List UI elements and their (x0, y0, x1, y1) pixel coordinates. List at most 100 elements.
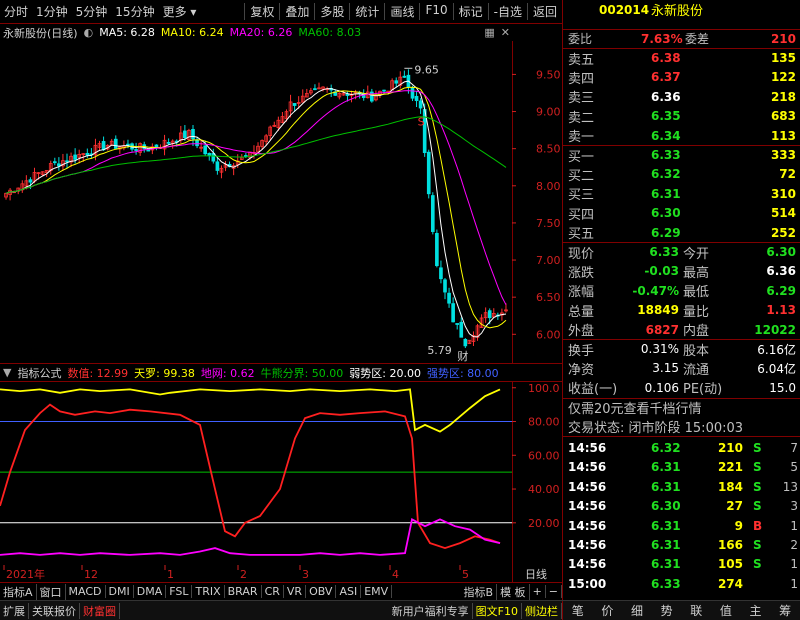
tab-9[interactable]: VR (284, 585, 307, 598)
quote-label: 内盘 (683, 324, 710, 340)
panel-tab-6[interactable]: 主 (750, 602, 762, 619)
status-left-0[interactable]: 扩展 (0, 602, 29, 619)
tab-2[interactable]: MACD (66, 585, 106, 598)
panel-tab-2[interactable]: 细 (631, 602, 643, 619)
status-right-0[interactable]: 图文F10 (473, 602, 522, 619)
status-left-1[interactable]: 关联报价 (29, 602, 80, 619)
kline-chart[interactable]: 9.50 9.00 8.50 8.00 7.50 7.00 6.50 6.00 9.65 5.79… (0, 41, 562, 364)
toolbar-right-3[interactable]: 统计 (349, 3, 384, 20)
toolbar-2[interactable]: 5分钟 (72, 3, 112, 20)
indicator-header: ▼ 指标公式 数值: 12.99 天罗: 99.38 地网: 0.62 牛熊分界… (0, 364, 562, 381)
tab-10[interactable]: OBV (306, 585, 337, 598)
xtick-label: 1 (167, 568, 174, 581)
tab-7[interactable]: BRAR (225, 585, 262, 598)
bid-row: 买一 6.33 333 (563, 145, 800, 165)
tab-16[interactable]: − (546, 585, 562, 598)
bid-row: 买五 6.29 252 (563, 223, 800, 243)
toolbar-1[interactable]: 1分钟 (32, 3, 72, 20)
tick-side: S (753, 538, 762, 553)
quote-value: 12022 (754, 322, 796, 337)
panel-tab-4[interactable]: 联 (690, 602, 702, 619)
tick-row: 14:56 6.31 166 S 2 (563, 535, 800, 554)
tick-time: 14:56 (568, 441, 607, 456)
settings-icon[interactable]: ◐ (84, 26, 94, 39)
toolbar-3[interactable]: 15分钟 (111, 3, 158, 20)
tab-4[interactable]: DMA (134, 585, 167, 598)
stats-value: 15.0 (769, 380, 796, 395)
quote-label: 涨幅 (568, 285, 595, 301)
ind-ytick-label: 100.0 (528, 382, 560, 395)
toolbar-right-1[interactable]: 叠加 (279, 3, 314, 20)
bid-row: 买四 6.30 514 (563, 204, 800, 223)
chevron-down-icon[interactable]: ▼ (3, 366, 11, 379)
status-left-2[interactable]: 财富圈 (80, 602, 120, 619)
tab-12[interactable]: EMV (361, 585, 393, 598)
toolbar-right-7[interactable]: -自选 (487, 3, 527, 20)
candle-body (463, 338, 468, 347)
tick-volume: 105 (717, 557, 743, 572)
tick-count: 2 (790, 538, 798, 553)
ask-volume: 683 (770, 109, 796, 124)
panel-tab-7[interactable]: 筹 (779, 602, 791, 619)
promo-link[interactable]: 新用户福利专享 (389, 602, 473, 619)
toolbar-right-5[interactable]: F10 (419, 3, 452, 20)
candle-body (459, 321, 464, 338)
quote-row: 涨幅 -0.47% 最低 6.29 (563, 281, 800, 301)
xtick-label: 3 (302, 568, 309, 581)
diwang-label: 地网: 0.62 (200, 366, 255, 380)
tick-volume: 274 (717, 576, 743, 591)
tab-1[interactable]: 窗口 (37, 583, 66, 600)
candle-body (73, 154, 77, 160)
tab-6[interactable]: TRIX (192, 585, 225, 598)
toolbar-right-2[interactable]: 多股 (314, 3, 349, 20)
quote-value: 18849 (637, 303, 679, 318)
candle-body (154, 144, 159, 148)
tab-0[interactable]: 指标A (0, 583, 37, 600)
tick-price: 6.31 (651, 518, 681, 533)
candle-body (113, 138, 118, 149)
bid-label: 买一 (568, 149, 595, 165)
toolbar-right-0[interactable]: 复权 (244, 3, 279, 20)
ask-row: 卖五 6.38 135 (563, 48, 800, 68)
toolbar-4[interactable]: 更多 ▾ (159, 3, 201, 20)
candle-body (28, 179, 33, 183)
tab-13[interactable]: 指标B (461, 583, 498, 600)
toolbar-right-6[interactable]: 标记 (452, 3, 488, 20)
xtick-label: 12 (84, 568, 98, 581)
candle-body (166, 141, 171, 144)
stats-value: 3.15 (652, 361, 679, 376)
tab-5[interactable]: FSL (166, 585, 193, 598)
stats-label: 流通 (683, 362, 710, 378)
layout-icon[interactable]: ▦ (484, 26, 494, 39)
panel-tab-0[interactable]: 笔 (572, 602, 584, 619)
promo-row[interactable]: 仅需20元查看千档行情 (563, 398, 800, 417)
trade-state: 交易状态: 闭市阶段 15:00:03 (568, 421, 744, 437)
tick-count: 5 (790, 460, 798, 475)
panel-tab-1[interactable]: 价 (601, 602, 613, 619)
indicator-chart[interactable]: 100.0 80.00 60.00 40.00 20.00 (0, 381, 562, 565)
ask-row: 卖四 6.37 122 (563, 68, 800, 87)
quote-label: 现价 (568, 246, 595, 262)
toolbar-0[interactable]: 分时 (0, 3, 32, 20)
toolbar-right-4[interactable]: 画线 (384, 3, 419, 20)
tab-15[interactable]: + (530, 585, 546, 598)
weibi-row: 委比 7.63% 委差 210 (563, 29, 800, 48)
status-right-1[interactable]: 侧边栏 (522, 602, 562, 619)
tab-14[interactable]: 模 板 (497, 583, 530, 600)
tab-11[interactable]: ASI (336, 585, 362, 598)
kline-header: 永新股份(日线) ◐ MA5: 6.28 MA10: 6.24 MA20: 6.… (0, 24, 562, 41)
close-icon[interactable]: ✕ (501, 26, 510, 39)
tick-count: 1 (790, 576, 798, 591)
tab-8[interactable]: CR (262, 585, 284, 598)
panel-tab-3[interactable]: 势 (661, 602, 673, 619)
tick-price: 6.31 (651, 538, 681, 553)
tick-side: S (753, 557, 762, 572)
tab-3[interactable]: DMI (106, 585, 134, 598)
candle-body (430, 195, 435, 232)
ask-volume: 122 (770, 70, 796, 85)
level2-promo: 仅需20元查看千档行情 (568, 401, 702, 417)
panel-tab-5[interactable]: 值 (720, 602, 732, 619)
toolbar-right-8[interactable]: 返回 (526, 3, 562, 20)
indicator-title[interactable]: 指标公式 (17, 365, 61, 381)
candle-body (191, 128, 195, 140)
